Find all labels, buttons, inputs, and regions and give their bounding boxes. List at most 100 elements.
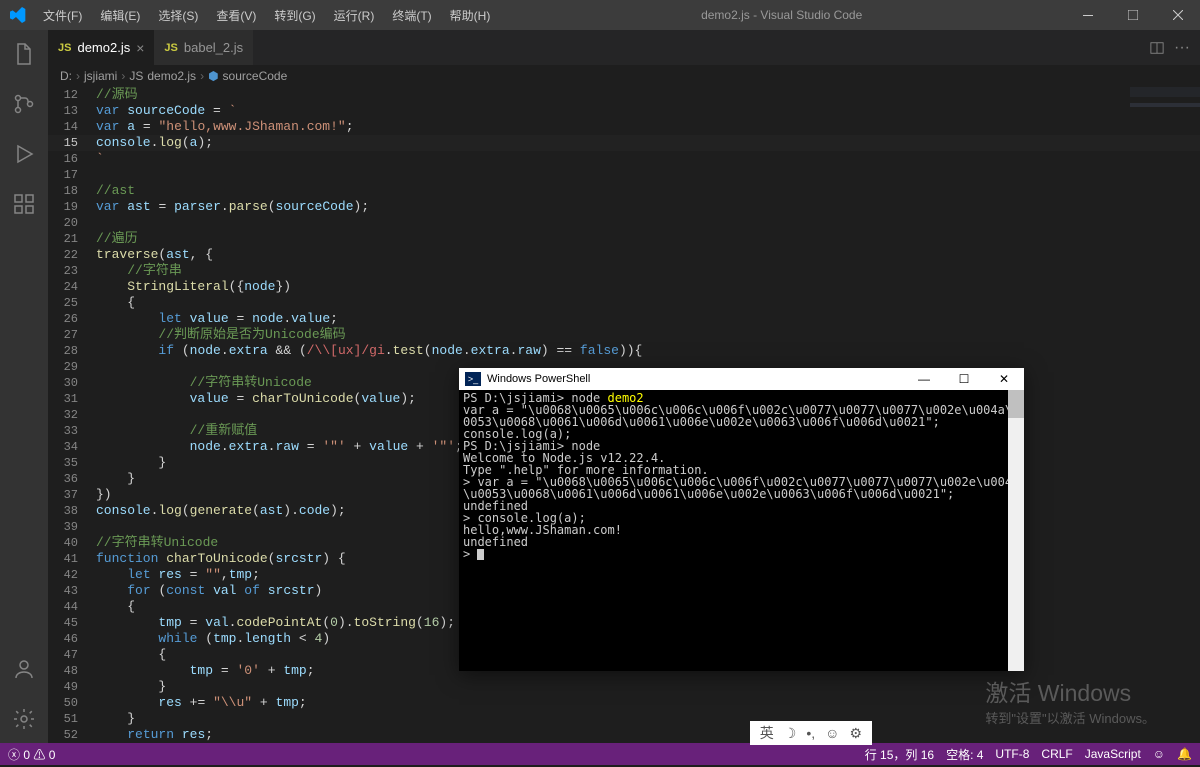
line-number: 43 [48,583,96,599]
code-line[interactable]: 26 let value = node.value; [48,311,1200,327]
status-language[interactable]: JavaScript [1085,747,1141,761]
code-line[interactable]: 28 if (node.extra && (/\\[ux]/gi.test(no… [48,343,1200,359]
account-icon[interactable] [0,653,48,685]
breadcrumb-file[interactable]: demo2.js [147,69,196,83]
code-line[interactable]: 21//遍历 [48,231,1200,247]
line-number: 23 [48,263,96,279]
code-line[interactable]: 12//源码 [48,87,1200,103]
editor-tab[interactable]: JSbabel_2.js [154,30,253,65]
run-debug-icon[interactable] [0,138,48,170]
code-line[interactable]: 23 //字符串 [48,263,1200,279]
ps-scrollbar-thumb[interactable] [1008,390,1024,418]
menu-item[interactable]: 帮助(H) [442,3,499,28]
menu-item[interactable]: 运行(R) [326,3,383,28]
more-actions-icon[interactable]: ··· [1174,39,1190,57]
menu-item[interactable]: 编辑(E) [92,3,148,28]
ps-maximize-button[interactable]: ☐ [944,372,984,386]
line-number: 17 [48,167,96,183]
code-line[interactable]: 24 StringLiteral({node}) [48,279,1200,295]
line-content: } [96,455,166,471]
breadcrumb-drive[interactable]: D: [60,69,72,83]
line-number: 49 [48,679,96,695]
status-encoding[interactable]: UTF-8 [995,747,1029,761]
powershell-body[interactable]: PS D:\jsjiami> node demo2var a = "\u0068… [459,390,1024,671]
line-content: if (node.extra && (/\\[ux]/gi.test(node.… [96,343,642,359]
line-number: 21 [48,231,96,247]
code-line[interactable]: 27 //判断原始是否为Unicode编码 [48,327,1200,343]
tab-label: demo2.js [77,40,130,55]
window-title: demo2.js - Visual Studio Code [498,8,1065,22]
source-control-icon[interactable] [0,88,48,120]
menu-item[interactable]: 文件(F) [35,3,90,28]
breadcrumb-symbol[interactable]: sourceCode [223,69,288,83]
js-file-icon: JS [58,42,71,54]
ps-minimize-button[interactable]: — [904,372,944,386]
line-number: 32 [48,407,96,423]
ime-smiley-icon[interactable]: ☺ [825,725,839,741]
status-indentation[interactable]: 空格: 4 [946,746,983,763]
line-content: { [96,295,135,311]
code-line[interactable]: 13var sourceCode = ` [48,103,1200,119]
menu-item[interactable]: 选择(S) [150,3,206,28]
line-number: 39 [48,519,96,535]
code-line[interactable]: 52 return res; [48,727,1200,743]
code-line[interactable]: 15console.log(a); [48,135,1200,151]
line-number: 51 [48,711,96,727]
extensions-icon[interactable] [0,188,48,220]
settings-icon[interactable] [0,703,48,735]
ime-toolbar[interactable]: 英 ☽ •, ☺ ⚙ [750,721,872,745]
split-editor-icon[interactable] [1150,41,1164,55]
ps-line: > var a = "\u0068\u0065\u006c\u006c\u006… [463,476,1020,500]
line-content: //字符串 [96,263,182,279]
explorer-icon[interactable] [0,38,48,70]
close-button[interactable] [1155,0,1200,30]
code-line[interactable]: 18//ast [48,183,1200,199]
code-line[interactable]: 14var a = "hello,www.JShaman.com!"; [48,119,1200,135]
code-line[interactable]: 22traverse(ast, { [48,247,1200,263]
chevron-right-icon: › [121,69,125,83]
ime-moon-icon[interactable]: ☽ [784,725,797,742]
breadcrumb[interactable]: D: › jsjiami › JS demo2.js › ⬢ sourceCod… [48,65,1200,87]
ime-dots-icon[interactable]: •, [806,725,815,741]
status-cursor-position[interactable]: 行 15，列 16 [865,746,934,763]
line-content: var a = "hello,www.JShaman.com!"; [96,119,354,135]
line-number: 13 [48,103,96,119]
line-content: { [96,599,135,615]
powershell-icon: >_ [465,372,481,386]
maximize-button[interactable] [1110,0,1155,30]
js-file-icon: JS [164,42,177,54]
ime-gear-icon[interactable]: ⚙ [849,725,862,742]
powershell-titlebar[interactable]: >_ Windows PowerShell — ☐ ✕ [459,368,1024,390]
line-number: 30 [48,375,96,391]
status-feedback-icon[interactable]: ☺ [1153,747,1165,761]
menu-item[interactable]: 转到(G) [266,3,323,28]
code-line[interactable]: 17 [48,167,1200,183]
minimap[interactable] [1130,87,1200,287]
breadcrumb-folder[interactable]: jsjiami [84,69,117,83]
close-icon[interactable]: × [136,40,144,56]
powershell-title: Windows PowerShell [487,373,590,385]
ps-line: var a = "\u0068\u0065\u006c\u006c\u006f\… [463,404,1020,428]
windows-activation-watermark: 激活 Windows 转到"设置"以激活 Windows。 [985,674,1155,727]
code-line[interactable]: 16` [48,151,1200,167]
line-content: } [96,471,135,487]
line-content: tmp = val.codePointAt(0).toString(16); [96,615,455,631]
code-line[interactable]: 25 { [48,295,1200,311]
line-number: 52 [48,727,96,743]
ime-lang[interactable]: 英 [760,723,774,743]
status-bell-icon[interactable]: 🔔 [1177,747,1192,761]
ps-close-button[interactable]: ✕ [984,372,1024,386]
status-eol[interactable]: CRLF [1041,747,1072,761]
status-problems[interactable]: ⓧ 0 ⚠ 0 [8,746,55,763]
line-content: StringLiteral({node}) [96,279,291,295]
line-content: var ast = parser.parse(sourceCode); [96,199,369,215]
line-number: 33 [48,423,96,439]
code-line[interactable]: 19var ast = parser.parse(sourceCode); [48,199,1200,215]
editor-tab[interactable]: JS demo2.js × [48,30,154,65]
line-number: 24 [48,279,96,295]
menu-item[interactable]: 终端(T) [384,3,439,28]
menu-item[interactable]: 查看(V) [208,3,264,28]
code-line[interactable]: 20 [48,215,1200,231]
ps-scrollbar[interactable] [1008,390,1024,671]
minimize-button[interactable] [1065,0,1110,30]
